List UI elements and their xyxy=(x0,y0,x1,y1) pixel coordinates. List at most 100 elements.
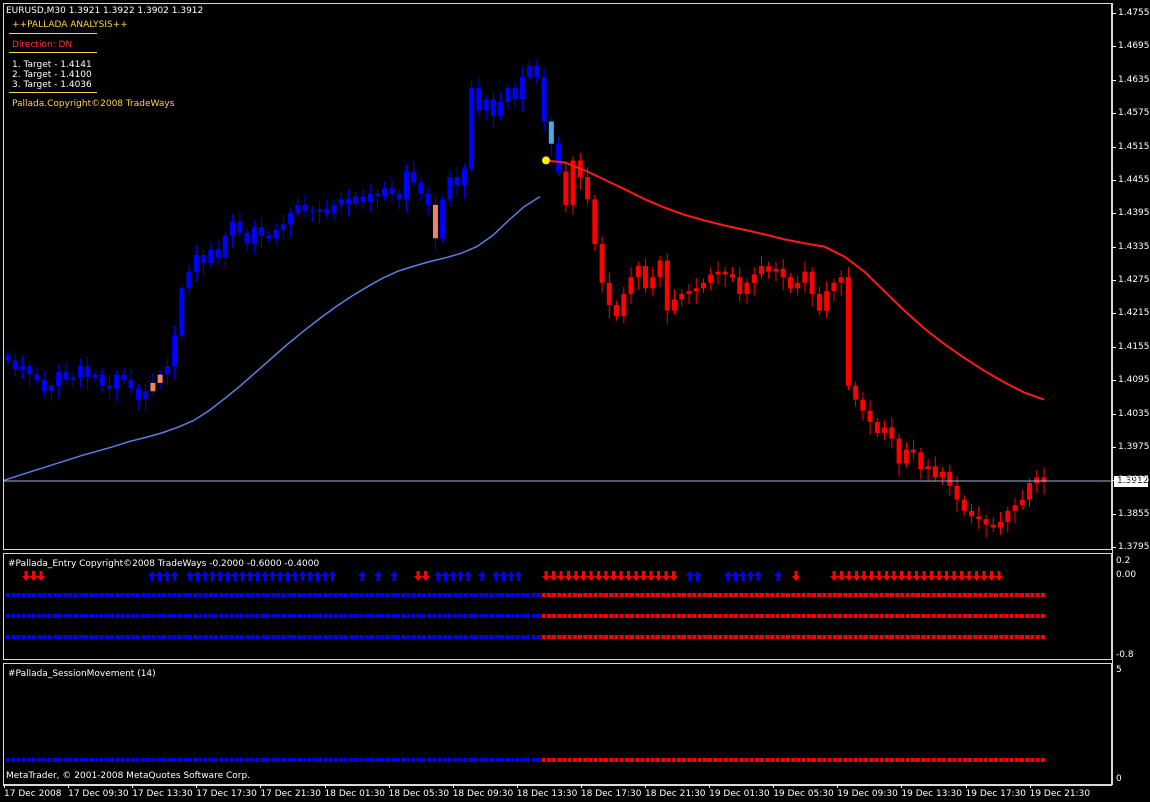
signal-dot-cell xyxy=(224,635,229,639)
signal-dot-cell xyxy=(6,593,10,597)
signal-dot-cell xyxy=(1020,758,1024,762)
signal-dot-cell xyxy=(84,614,88,618)
signal-dot-cell xyxy=(94,614,99,618)
signal-dot-cell xyxy=(723,758,728,762)
time-tick-label: 18 Dec 21:30 xyxy=(645,784,706,799)
signal-dot-cell xyxy=(120,614,125,618)
signal-dot-cell xyxy=(770,758,775,762)
signal-dot-cell xyxy=(240,758,244,762)
candle-body xyxy=(1005,510,1011,522)
signal-dot-cell xyxy=(983,593,988,597)
candle-body xyxy=(932,466,938,478)
signal-dot-cell xyxy=(515,593,520,597)
candle-body xyxy=(628,277,634,294)
candle-body xyxy=(693,288,699,292)
signal-dot-cell xyxy=(692,614,697,618)
signal-dot-cell xyxy=(89,635,94,639)
entry-scale-top: 0.2 xyxy=(1116,556,1131,566)
candle-body xyxy=(317,209,323,212)
signal-dot-cell xyxy=(432,635,437,639)
entry-arrow-down xyxy=(965,571,973,581)
signal-dot-cell xyxy=(780,635,785,639)
candle-body xyxy=(85,366,91,378)
signal-dot-cell xyxy=(749,614,754,618)
signal-dot-cell xyxy=(692,635,697,639)
signal-dot-cell xyxy=(78,635,83,639)
entry-arrow-down xyxy=(22,571,30,581)
signal-dot-cell xyxy=(879,593,884,597)
signal-dot-cell xyxy=(328,614,333,618)
signal-dot-cell xyxy=(968,635,972,639)
signal-dot-cell xyxy=(619,614,624,618)
signal-dot-cell xyxy=(37,614,42,618)
entry-arrow-up xyxy=(170,571,179,581)
signal-dot-cell xyxy=(214,593,218,597)
signal-dot-cell xyxy=(401,593,406,597)
signal-dot-cell xyxy=(988,758,993,762)
signal-dot-cell xyxy=(895,593,900,597)
signal-dot-cell xyxy=(697,635,702,639)
entry-arrow-down xyxy=(579,571,588,581)
signal-dot-cell xyxy=(448,758,452,762)
signal-dot-cell xyxy=(214,614,218,618)
signal-dot-cell xyxy=(765,758,770,762)
price-tick-label: 1.4515 xyxy=(1112,141,1150,152)
signal-dot-cell xyxy=(536,614,541,618)
time-tick-label: 17 Dec 17:30 xyxy=(196,784,257,799)
signal-dot-cell xyxy=(843,758,848,762)
signal-dot-cell xyxy=(468,635,473,639)
signal-dot-cell xyxy=(609,758,614,762)
price-tick-label: 1.3915 xyxy=(1112,475,1150,486)
candle-body xyxy=(288,213,294,225)
pallada-direction: Direction: DN xyxy=(12,40,73,50)
signal-dot-cell xyxy=(328,593,333,597)
signal-dot-cell xyxy=(229,614,234,618)
signal-dot-cell xyxy=(682,758,686,762)
signal-dot-cell xyxy=(853,593,858,597)
candle-body xyxy=(527,65,533,77)
entry-arrow-down xyxy=(792,571,800,581)
candle-body xyxy=(490,99,496,116)
signal-dot-cell xyxy=(1025,593,1030,597)
signal-dot-cell xyxy=(364,635,369,639)
signal-dot-cell xyxy=(822,614,827,618)
candle-body xyxy=(700,282,706,289)
signal-dot-cell xyxy=(182,614,187,618)
signal-dot-cell xyxy=(229,593,234,597)
signal-dot-cell xyxy=(234,635,239,639)
signal-dot-cell xyxy=(21,758,26,762)
price-tick-label: 1.4035 xyxy=(1112,408,1150,419)
signal-dot-cell xyxy=(255,758,260,762)
candle-body xyxy=(606,282,612,306)
signal-dot-cell xyxy=(260,758,265,762)
signal-dot-cell xyxy=(708,635,712,639)
signal-dot-cell xyxy=(323,635,328,639)
signal-dot-cell xyxy=(276,614,281,618)
candle-body xyxy=(374,193,380,197)
signal-dot-cell xyxy=(401,635,406,639)
signal-dot-cell xyxy=(411,593,416,597)
signal-dot-cell xyxy=(458,635,463,639)
signal-dot-cell xyxy=(874,758,879,762)
signal-dot-cell xyxy=(926,593,931,597)
signal-dot-cell xyxy=(770,593,775,597)
signal-dot-cell xyxy=(614,593,619,597)
signal-dot-cell xyxy=(838,614,842,618)
signal-dot-cell xyxy=(312,758,317,762)
signal-dot-cell xyxy=(42,635,47,639)
signal-dot-cell xyxy=(167,614,172,618)
signal-dot-cell xyxy=(541,614,546,618)
signal-dot-cell xyxy=(281,635,286,639)
signal-dot-cell xyxy=(68,614,73,618)
signal-dot-cell xyxy=(162,758,166,762)
signal-dot-cell xyxy=(11,635,16,639)
signal-dot-cell xyxy=(962,635,967,639)
signal-dot-cell xyxy=(916,758,920,762)
signal-dot-cell xyxy=(141,635,146,639)
signal-dot-cell xyxy=(505,593,510,597)
signal-dot-cell xyxy=(422,614,426,618)
signal-dot-cell xyxy=(151,593,156,597)
signal-dot-cell xyxy=(390,593,395,597)
entry-arrow-down xyxy=(639,571,648,581)
entry-arrow-down xyxy=(414,571,422,581)
